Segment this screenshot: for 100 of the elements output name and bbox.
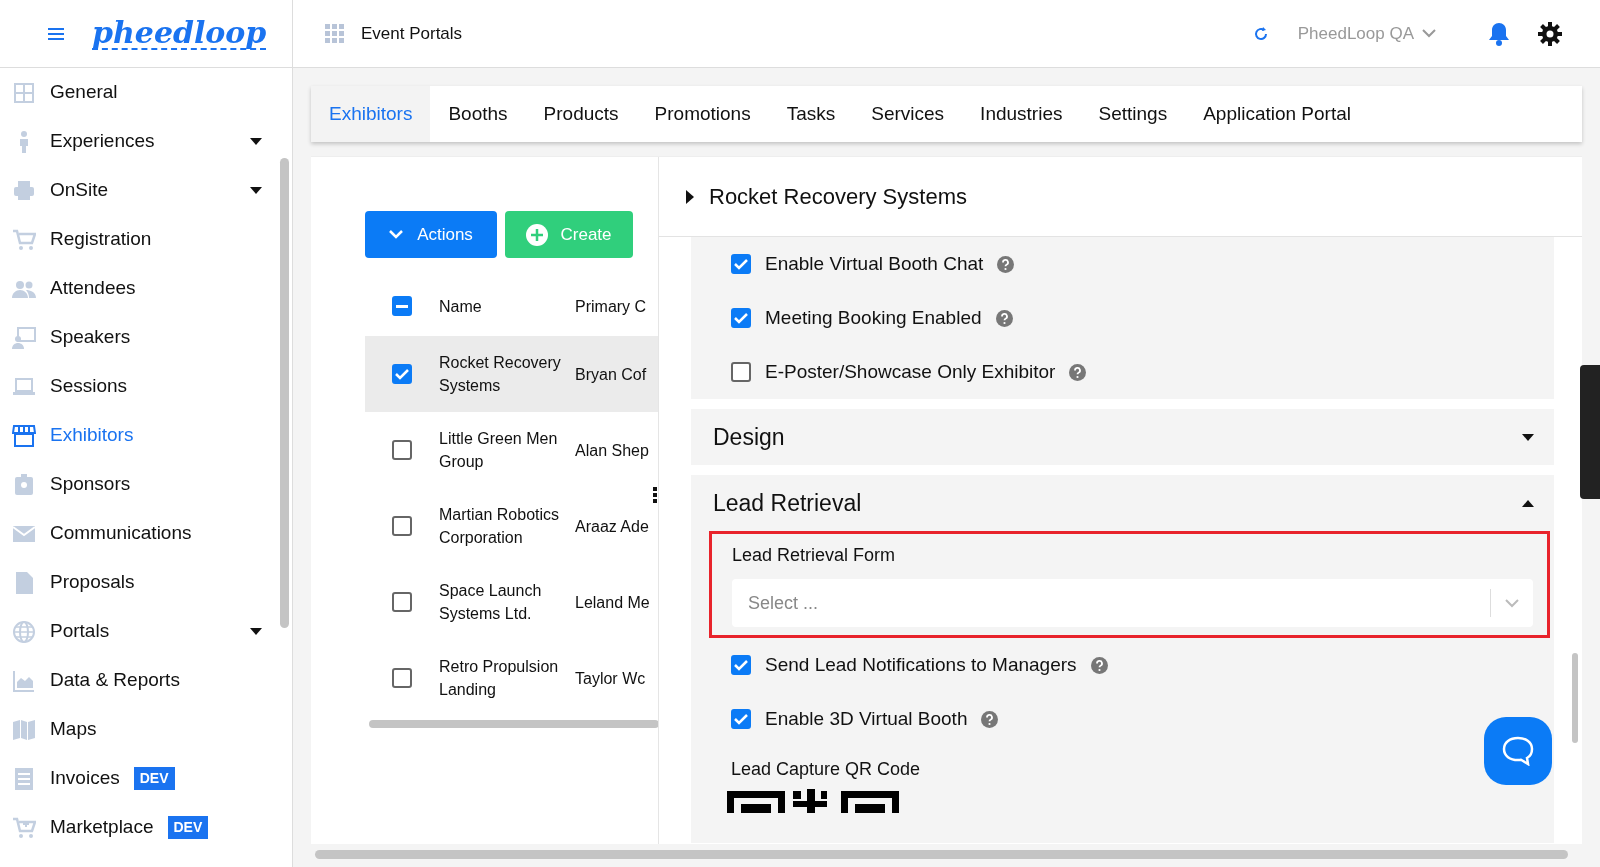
sidebar-item[interactable]: Experiences — [0, 117, 280, 166]
presenter-icon — [12, 325, 36, 350]
map-icon — [12, 717, 36, 742]
table-cell-text: Little Green Men Group — [439, 429, 559, 472]
help-icon[interactable] — [995, 309, 1013, 327]
sidebar-item[interactable]: OnSite — [0, 166, 280, 215]
printer-icon — [12, 178, 36, 203]
tab[interactable]: Products — [525, 86, 637, 142]
sidebar-item[interactable]: Proposals — [0, 558, 280, 607]
checkbox[interactable] — [731, 655, 751, 675]
option-label: Enable 3D Virtual Booth — [765, 706, 968, 731]
sidebar-item[interactable]: Invoices DEV — [0, 754, 280, 803]
checkbox[interactable] — [392, 364, 412, 384]
check-icon — [734, 258, 748, 270]
table-row[interactable]: Retro Propulsion Landing Taylor Wc — [365, 640, 658, 716]
chevron-down-icon — [389, 230, 404, 239]
sidebar-item[interactable]: Attendees — [0, 264, 280, 313]
sidebar-item[interactable]: Exhibitors — [0, 411, 280, 460]
table-cell-text: Araaz Ade — [575, 516, 649, 537]
id-badge-icon — [12, 472, 36, 497]
tab[interactable]: Industries — [962, 86, 1081, 142]
help-icon[interactable] — [1069, 363, 1087, 381]
help-icon[interactable] — [981, 710, 999, 728]
tab[interactable]: Settings — [1080, 86, 1186, 142]
tab[interactable]: Application Portal — [1185, 86, 1369, 142]
bell-icon[interactable] — [1488, 21, 1510, 46]
cart-plus-icon — [12, 815, 36, 840]
checkbox[interactable] — [731, 709, 751, 729]
dev-badge: DEV — [133, 767, 175, 790]
checkbox[interactable] — [731, 362, 751, 382]
option-label: Send Lead Notifications to Managers — [765, 652, 1077, 677]
list-icon — [12, 766, 36, 791]
scrollbar-thumb[interactable] — [1572, 653, 1578, 743]
tab[interactable]: Promotions — [636, 86, 769, 142]
checkbox[interactable] — [392, 296, 412, 316]
tab[interactable]: Booths — [430, 86, 526, 142]
table-cell-text: Taylor Wc — [575, 668, 646, 689]
tab[interactable]: Services — [853, 86, 963, 142]
section-header[interactable]: Lead Retrieval — [691, 465, 1554, 531]
table-cell-text: Alan Shep — [575, 440, 649, 461]
table-row[interactable]: Space Launch Systems Ltd. Leland Me — [365, 564, 658, 640]
column-header: Name — [439, 296, 483, 317]
chat-bubble-icon — [1502, 736, 1534, 766]
exhibitor-title: Rocket Recovery Systems — [709, 183, 967, 211]
globe-icon — [12, 619, 36, 644]
scrollbar-thumb[interactable] — [315, 850, 1568, 859]
sidebar-item[interactable]: General — [0, 68, 280, 117]
option-label: E-Poster/Showcase Only Exhibitor — [765, 359, 1056, 384]
app-title: Event Portals — [361, 22, 463, 45]
scrollbar-thumb[interactable] — [369, 720, 658, 728]
check-icon — [734, 312, 748, 324]
select-field[interactable]: Select ... — [732, 579, 1533, 627]
checkbox[interactable] — [731, 308, 751, 328]
checkbox[interactable] — [392, 668, 412, 688]
checkbox[interactable] — [392, 592, 412, 612]
chat-button[interactable] — [1484, 717, 1552, 785]
tab[interactable]: Tasks — [768, 86, 854, 142]
chevron-down-icon — [1505, 598, 1519, 608]
scrollbar-thumb[interactable] — [280, 158, 289, 628]
check-icon — [734, 713, 748, 725]
grid-icon — [12, 80, 36, 105]
sidebar-item[interactable]: Portals — [0, 607, 280, 656]
check-icon — [734, 659, 748, 671]
table-cell-text: Space Launch Systems Ltd. — [439, 581, 543, 624]
dev-badge: DEV — [167, 816, 209, 839]
store-icon — [12, 423, 36, 448]
table-cell-text: Leland Me — [575, 592, 650, 613]
minus-icon — [396, 304, 408, 308]
tab[interactable]: Exhibitors — [311, 86, 431, 142]
option-label: Enable Virtual Booth Chat — [765, 251, 984, 276]
checkbox[interactable] — [392, 440, 412, 460]
chevron-down-icon — [1422, 29, 1436, 38]
sidebar-item[interactable]: Marketplace DEV — [0, 803, 280, 852]
caret-down-icon — [1522, 433, 1534, 441]
column-header: Primary C — [575, 296, 647, 317]
table-cell-text: Bryan Cof — [575, 364, 647, 385]
menu-icon[interactable] — [48, 26, 64, 41]
table-cell-text: Rocket Recovery Systems — [439, 353, 562, 396]
sidebar-item[interactable]: Sessions — [0, 362, 280, 411]
sidebar-item[interactable]: Sponsors — [0, 460, 280, 509]
help-icon[interactable] — [1090, 656, 1108, 674]
caret-icon[interactable] — [685, 189, 695, 204]
field-label: Lead Retrieval Form — [732, 544, 897, 567]
sidebar-item[interactable]: Speakers — [0, 313, 280, 362]
section-header[interactable]: Design — [691, 399, 1554, 465]
sidebar-item[interactable]: Communications — [0, 509, 280, 558]
logo[interactable]: pheedloop — [92, 16, 267, 51]
caret-up-icon — [1522, 499, 1534, 507]
checkbox[interactable] — [731, 254, 751, 274]
option-label: Meeting Booking Enabled — [765, 305, 982, 330]
sidebar-item[interactable]: Data & Reports — [0, 656, 280, 705]
sidebar-item[interactable]: Maps — [0, 705, 280, 754]
table-cell-text: Retro Propulsion Landing — [439, 657, 560, 700]
check-icon — [395, 368, 409, 380]
sidebar-item[interactable]: Registration — [0, 215, 280, 264]
actions-button[interactable]: Actions — [365, 211, 497, 258]
checkbox[interactable] — [392, 516, 412, 536]
help-icon[interactable] — [997, 255, 1015, 273]
table-row[interactable]: Little Green Men Group Alan Shep — [365, 412, 658, 488]
cart-icon — [12, 227, 36, 252]
